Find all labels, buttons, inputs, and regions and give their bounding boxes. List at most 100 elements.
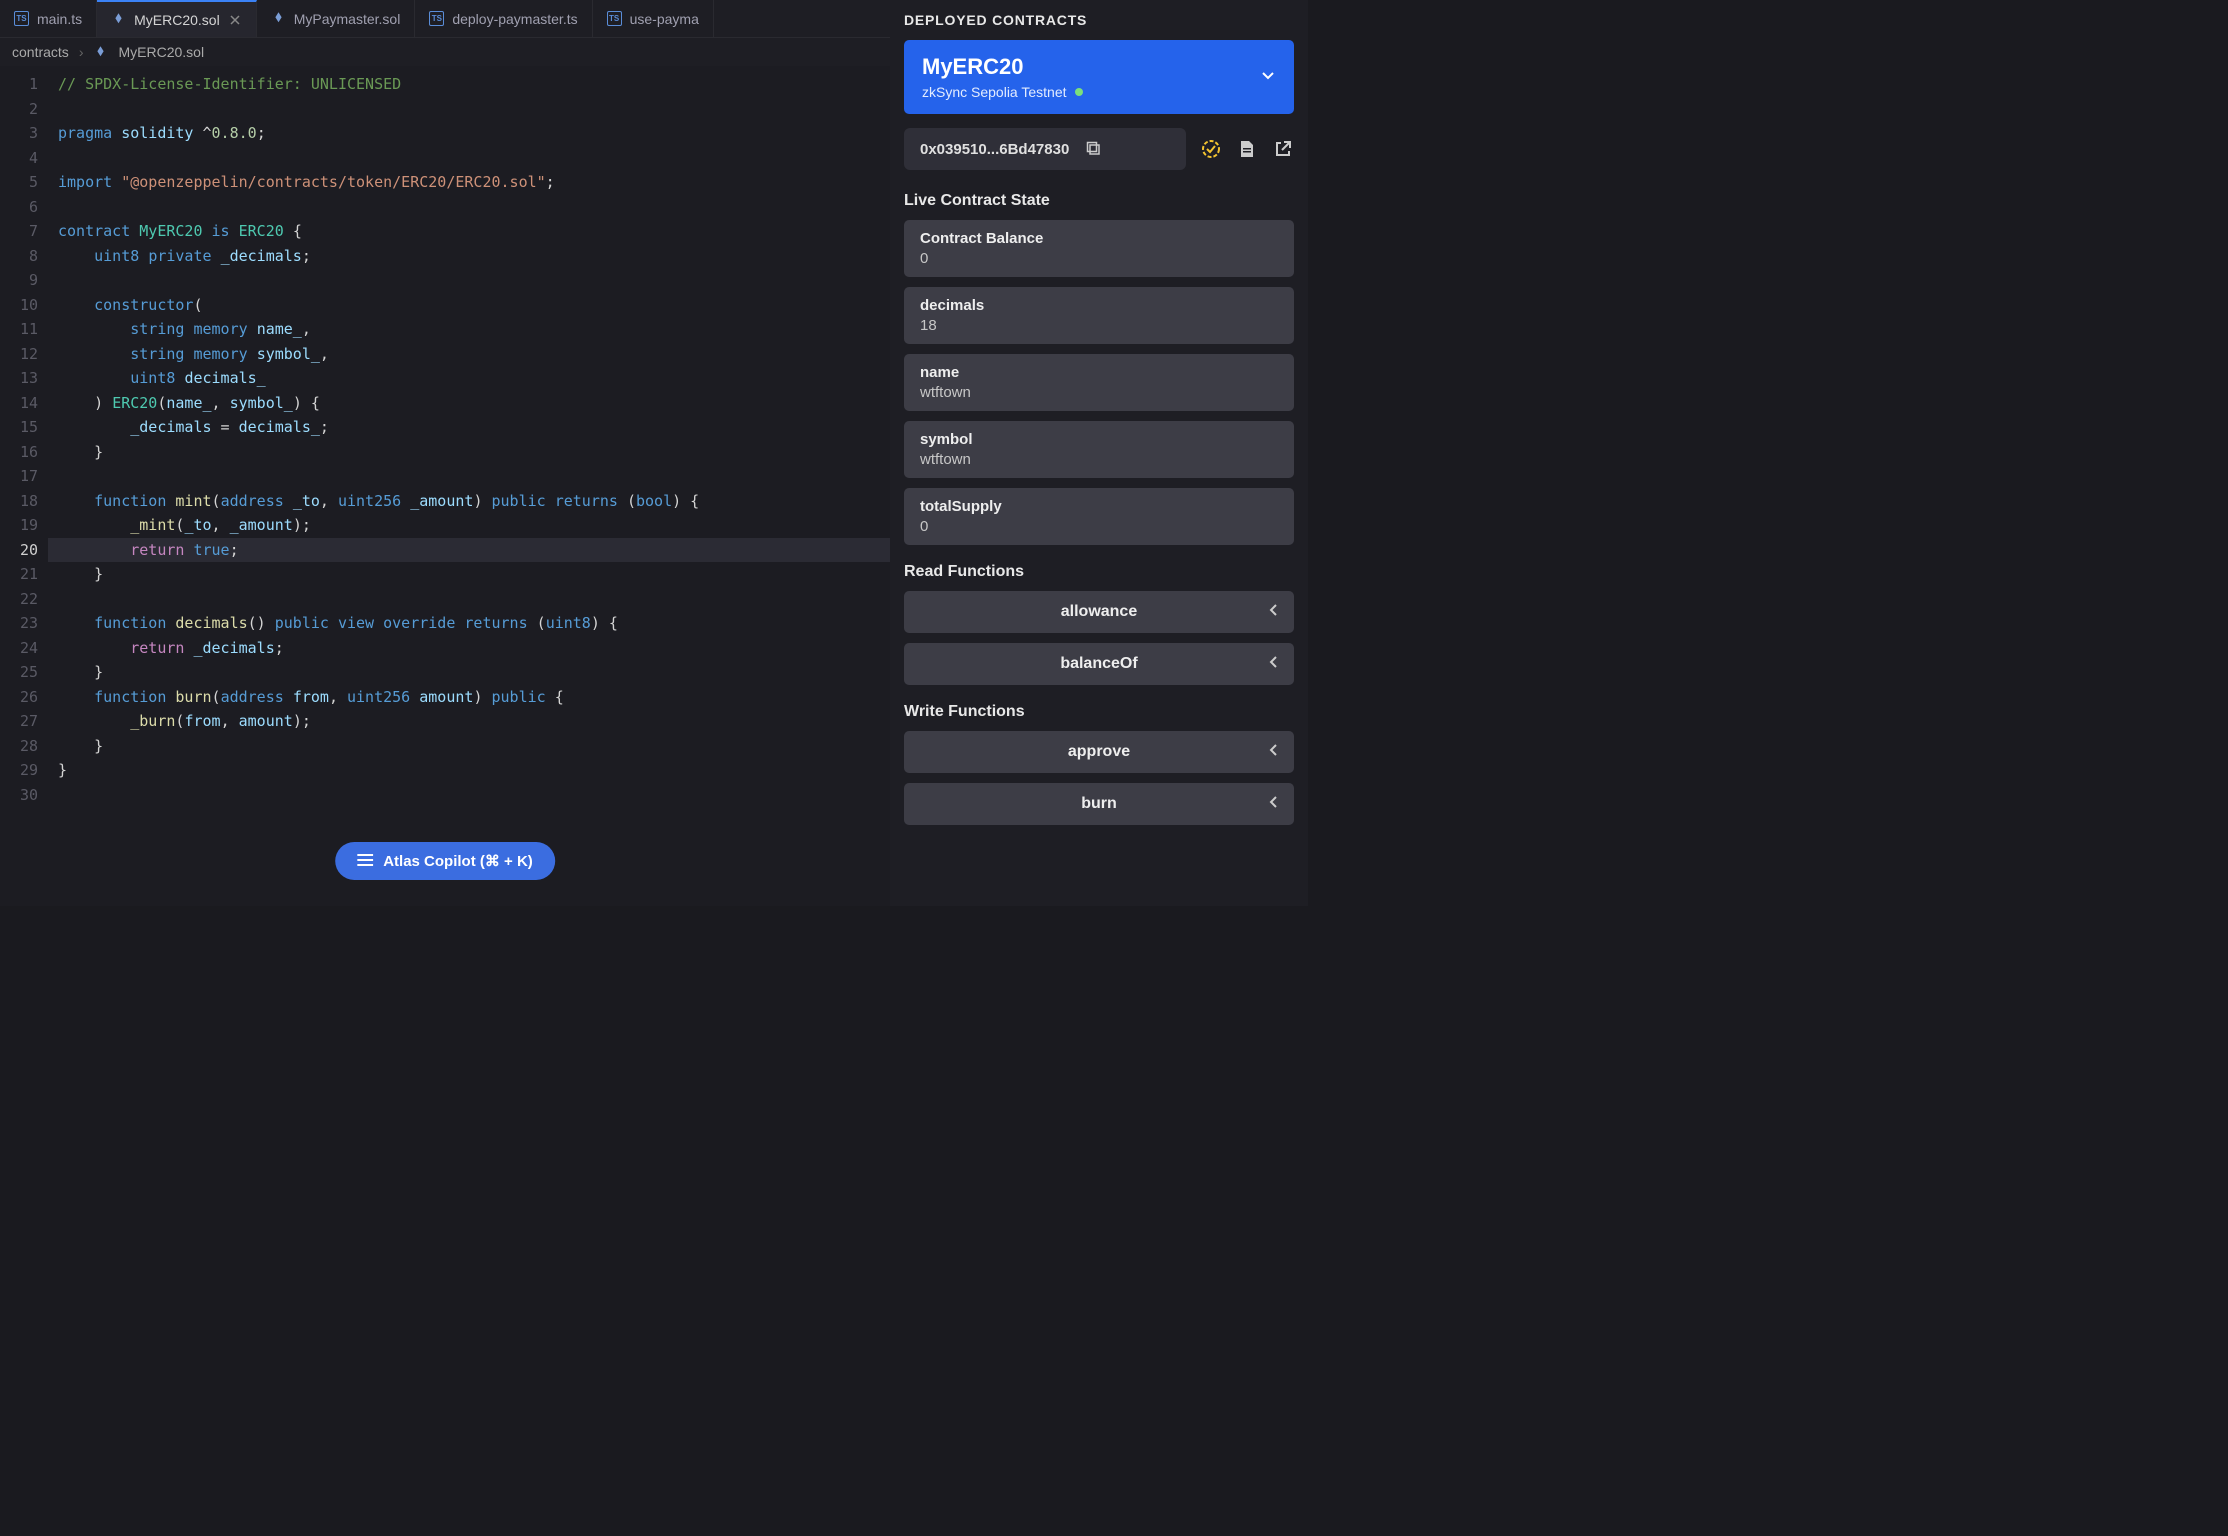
state-row-decimals: decimals 18 <box>904 287 1294 344</box>
code-line[interactable]: } <box>58 440 890 465</box>
line-number: 24 <box>0 636 38 661</box>
line-number: 4 <box>0 146 38 171</box>
code-line[interactable]: uint8 decimals_ <box>58 366 890 391</box>
code-line[interactable] <box>58 783 890 808</box>
tab-MyERC20-sol[interactable]: MyERC20.sol <box>97 0 257 37</box>
code-line[interactable]: // SPDX-License-Identifier: UNLICENSED <box>58 72 890 97</box>
fn-row-balanceOf[interactable]: balanceOf <box>904 643 1294 685</box>
tab-MyPaymaster-sol[interactable]: MyPaymaster.sol <box>257 0 416 37</box>
code-line[interactable]: return true; <box>58 538 890 563</box>
solidity-icon <box>93 45 108 60</box>
code-line[interactable]: string memory symbol_, <box>58 342 890 367</box>
code-line[interactable]: uint8 private _decimals; <box>58 244 890 269</box>
chevron-left-icon <box>1268 655 1280 674</box>
code-line[interactable]: string memory name_, <box>58 317 890 342</box>
state-list: Contract Balance0decimals18namewtftownsy… <box>904 220 1294 555</box>
line-number: 26 <box>0 685 38 710</box>
breadcrumb-folder[interactable]: contracts <box>12 44 69 60</box>
address-pill[interactable]: 0x039510...6Bd47830 <box>904 128 1186 170</box>
close-icon[interactable] <box>228 13 242 27</box>
state-label: totalSupply <box>920 498 1278 515</box>
line-number: 3 <box>0 121 38 146</box>
code-line[interactable]: return _decimals; <box>58 636 890 661</box>
breadcrumb-file[interactable]: MyERC20.sol <box>118 44 204 60</box>
line-number: 30 <box>0 783 38 808</box>
state-label: Contract Balance <box>920 230 1278 247</box>
tab-use-payma[interactable]: TSuse-payma <box>593 0 714 37</box>
code-line[interactable] <box>58 97 890 122</box>
contract-address: 0x039510...6Bd47830 <box>920 141 1069 158</box>
code-line[interactable] <box>58 195 890 220</box>
fn-label: balanceOf <box>1060 655 1137 673</box>
ts-icon: TS <box>607 11 622 26</box>
code-line[interactable] <box>58 268 890 293</box>
address-bar: 0x039510...6Bd47830 <box>904 128 1294 170</box>
read-fn-list: allowance balanceOf <box>904 591 1294 695</box>
state-value: 18 <box>920 317 1278 334</box>
breadcrumb: contracts › MyERC20.sol <box>0 38 890 66</box>
line-number: 22 <box>0 587 38 612</box>
chevron-right-icon: › <box>79 44 84 60</box>
line-number: 16 <box>0 440 38 465</box>
tab-main-ts[interactable]: TSmain.ts <box>0 0 97 37</box>
document-icon[interactable] <box>1236 138 1258 160</box>
code-line[interactable]: _decimals = decimals_; <box>58 415 890 440</box>
verify-icon[interactable] <box>1200 138 1222 160</box>
fn-label: approve <box>1068 743 1130 761</box>
copy-icon[interactable] <box>1083 138 1105 160</box>
line-number: 27 <box>0 709 38 734</box>
status-dot-icon <box>1075 88 1083 96</box>
code-line[interactable]: ) ERC20(name_, symbol_) { <box>58 391 890 416</box>
live-state-title: Live Contract State <box>904 192 1294 210</box>
code-line[interactable] <box>58 587 890 612</box>
read-functions-title: Read Functions <box>904 563 1294 581</box>
fn-row-approve[interactable]: approve <box>904 731 1294 773</box>
line-number: 19 <box>0 513 38 538</box>
line-number: 1 <box>0 72 38 97</box>
solidity-icon <box>111 12 126 27</box>
code-editor[interactable]: 1234567891011121314151617181920212223242… <box>0 66 890 906</box>
editor-main: TSmain.tsMyERC20.solMyPaymaster.solTSdep… <box>0 0 890 906</box>
line-number: 14 <box>0 391 38 416</box>
state-value: 0 <box>920 250 1278 267</box>
contract-name: MyERC20 <box>922 54 1083 80</box>
line-number: 5 <box>0 170 38 195</box>
external-link-icon[interactable] <box>1272 138 1294 160</box>
code-content[interactable]: // SPDX-License-Identifier: UNLICENSED p… <box>48 66 890 906</box>
deployed-contracts-title: DEPLOYED CONTRACTS <box>904 12 1294 28</box>
code-line[interactable]: _mint(_to, _amount); <box>58 513 890 538</box>
fn-row-allowance[interactable]: allowance <box>904 591 1294 633</box>
fn-label: allowance <box>1061 603 1137 621</box>
tab-deploy-paymaster-ts[interactable]: TSdeploy-paymaster.ts <box>415 0 592 37</box>
state-label: name <box>920 364 1278 381</box>
sidebar: DEPLOYED CONTRACTS MyERC20 zkSync Sepoli… <box>890 0 1308 906</box>
line-number: 20 <box>0 538 38 563</box>
line-number: 18 <box>0 489 38 514</box>
chevron-left-icon <box>1268 603 1280 622</box>
code-line[interactable] <box>58 464 890 489</box>
code-line[interactable]: } <box>58 660 890 685</box>
code-line[interactable] <box>58 146 890 171</box>
code-line[interactable]: contract MyERC20 is ERC20 { <box>58 219 890 244</box>
write-functions-title: Write Functions <box>904 703 1294 721</box>
line-number: 23 <box>0 611 38 636</box>
state-row-contract-balance: Contract Balance 0 <box>904 220 1294 277</box>
code-line[interactable]: } <box>58 562 890 587</box>
code-line[interactable]: function burn(address from, uint256 amou… <box>58 685 890 710</box>
copilot-button[interactable]: Atlas Copilot (⌘ + K) <box>335 842 555 880</box>
code-line[interactable]: function decimals() public view override… <box>58 611 890 636</box>
line-number: 11 <box>0 317 38 342</box>
code-line[interactable]: import "@openzeppelin/contracts/token/ER… <box>58 170 890 195</box>
code-line[interactable]: } <box>58 758 890 783</box>
code-line[interactable]: function mint(address _to, uint256 _amou… <box>58 489 890 514</box>
fn-row-burn[interactable]: burn <box>904 783 1294 825</box>
line-number: 9 <box>0 268 38 293</box>
contract-card[interactable]: MyERC20 zkSync Sepolia Testnet <box>904 40 1294 114</box>
code-line[interactable]: } <box>58 734 890 759</box>
code-line[interactable]: pragma solidity ^0.8.0; <box>58 121 890 146</box>
chevron-left-icon <box>1268 795 1280 814</box>
state-label: decimals <box>920 297 1278 314</box>
code-line[interactable]: _burn(from, amount); <box>58 709 890 734</box>
state-row-name: namewtftown <box>904 354 1294 411</box>
code-line[interactable]: constructor( <box>58 293 890 318</box>
